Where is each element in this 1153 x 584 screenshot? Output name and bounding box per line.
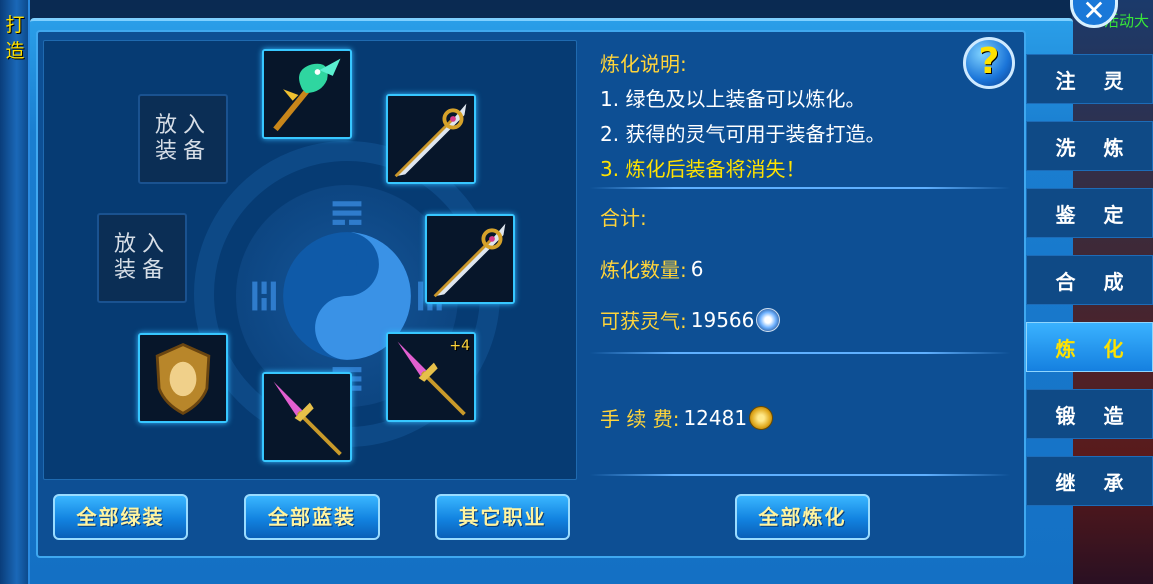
left-strip-title: 打造	[5, 14, 25, 62]
tab-refine[interactable]: 炼化	[1026, 322, 1153, 372]
total-label: 合计:	[600, 206, 647, 230]
tab-reroll[interactable]: 洗炼	[1026, 121, 1153, 171]
other-class-button[interactable]: 其它职业	[435, 494, 570, 540]
equipment-slot[interactable]	[386, 94, 476, 184]
great-sword-icon	[427, 216, 513, 302]
aura-row: 可获灵气: 19566	[600, 305, 781, 334]
tab-inject-spirit[interactable]: 注灵	[1026, 54, 1153, 104]
refine-count-label: 炼化数量:	[600, 258, 687, 282]
equipment-slot[interactable]	[425, 214, 515, 304]
empty-equipment-slot[interactable]: 放入 装备	[138, 94, 228, 184]
refine-info: 炼化说明: 1. 绿色及以上装备可以炼化。 2. 获得的灵气可用于装备打造。 3…	[600, 48, 1020, 182]
refine-rule: 2. 获得的灵气可用于装备打造。	[600, 122, 886, 146]
fee-label: 手 续 费:	[600, 407, 680, 431]
divider	[590, 187, 1010, 189]
equipment-slot[interactable]	[262, 372, 352, 462]
empty-slot-text: 装备	[113, 258, 170, 283]
refine-warning: 3. 炼化后装备将消失！	[600, 157, 806, 181]
phoenix-staff-icon	[264, 51, 350, 137]
empty-slot-text: 放入	[154, 113, 211, 138]
equipment-slot[interactable]: +4	[386, 332, 476, 422]
gold-coin-icon	[749, 405, 774, 430]
all-blue-button[interactable]: 全部蓝装	[244, 494, 380, 540]
great-sword-icon	[388, 96, 474, 182]
tab-forge[interactable]: 锻造	[1026, 389, 1153, 439]
equipment-slot[interactable]	[138, 333, 228, 423]
divider	[590, 474, 1010, 476]
refine-rule: 1. 绿色及以上装备可以炼化。	[600, 87, 866, 111]
refine-count-value: 6	[690, 256, 704, 281]
divider	[590, 352, 1010, 354]
empty-slot-text: 放入	[113, 232, 170, 257]
fee-value: 12481	[683, 405, 748, 430]
equipment-slot[interactable]	[262, 49, 352, 139]
all-green-button[interactable]: 全部绿装	[53, 494, 188, 540]
empty-slot-text: 装备	[154, 139, 211, 164]
total-row: 合计:	[600, 202, 647, 231]
refine-info-heading: 炼化说明:	[600, 52, 687, 76]
refine-all-button[interactable]: 全部炼化	[735, 494, 870, 540]
tab-compose[interactable]: 合成	[1026, 255, 1153, 305]
tab-inherit[interactable]: 继承	[1026, 456, 1153, 506]
shield-icon	[140, 335, 226, 421]
fee-row: 手 续 费: 12481	[600, 403, 774, 432]
aura-value: 19566	[690, 307, 755, 332]
aura-label: 可获灵气:	[600, 309, 687, 333]
refine-count-row: 炼化数量: 6	[600, 254, 703, 283]
spear-icon	[264, 374, 350, 460]
aura-icon	[756, 307, 781, 332]
tab-appraise[interactable]: 鉴定	[1026, 188, 1153, 238]
empty-equipment-slot[interactable]: 放入 装备	[97, 213, 187, 303]
enhance-level-badge: +4	[449, 338, 470, 354]
left-side-strip: 打造	[0, 0, 30, 584]
